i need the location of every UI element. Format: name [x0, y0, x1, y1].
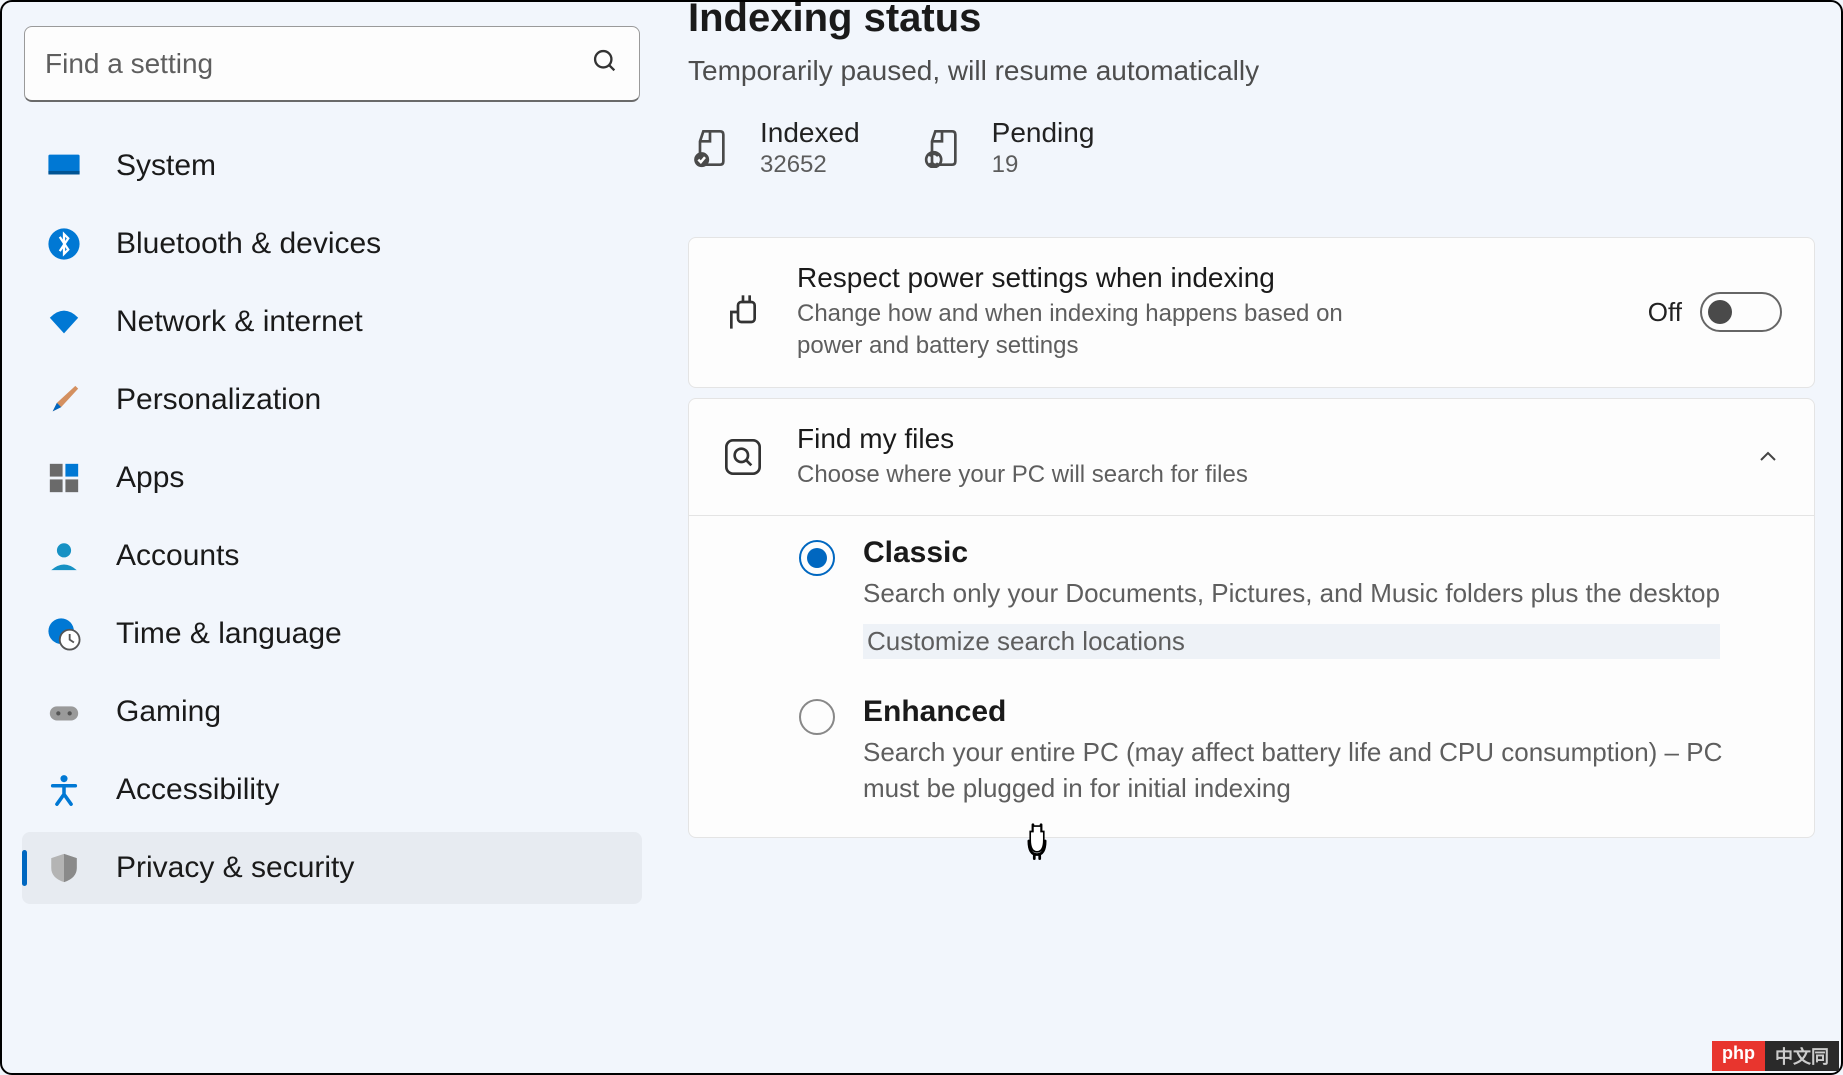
search-box[interactable]	[24, 26, 640, 102]
card-description: Choose where your PC will search for fil…	[797, 459, 1357, 491]
radio-title: Enhanced	[863, 695, 1743, 729]
card-texts: Respect power settings when indexing Cha…	[797, 262, 1616, 363]
sidebar-item-label: Accounts	[116, 539, 239, 573]
sidebar: System Bluetooth & devices Network & int…	[2, 2, 662, 1073]
sidebar-item-apps[interactable]: Apps	[22, 442, 642, 514]
stat-label: Pending	[992, 117, 1095, 149]
search-square-icon	[721, 435, 765, 479]
sidebar-item-time[interactable]: Time & language	[22, 598, 642, 670]
person-icon	[46, 538, 82, 574]
sidebar-item-label: Personalization	[116, 383, 321, 417]
toggle-group: Off	[1648, 292, 1782, 332]
stat-label: Indexed	[760, 117, 860, 149]
toggle-knob	[1708, 300, 1732, 324]
watermark-right: 中文同	[1765, 1041, 1839, 1071]
card-title: Respect power settings when indexing	[797, 262, 1616, 294]
page-title: Indexing status	[688, 0, 1815, 41]
sidebar-item-label: System	[116, 149, 216, 183]
paintbrush-icon	[46, 382, 82, 418]
sidebar-item-system[interactable]: System	[22, 130, 642, 202]
option-classic[interactable]: Classic Search only your Documents, Pict…	[799, 536, 1782, 659]
sidebar-item-label: Gaming	[116, 695, 221, 729]
sidebar-item-accessibility[interactable]: Accessibility	[22, 754, 642, 826]
sidebar-nav: System Bluetooth & devices Network & int…	[22, 130, 642, 904]
search-container	[22, 26, 642, 130]
radio-texts: Enhanced Search your entire PC (may affe…	[863, 695, 1743, 807]
sidebar-item-label: Bluetooth & devices	[116, 227, 381, 261]
sidebar-item-label: Network & internet	[116, 305, 363, 339]
search-icon	[591, 47, 619, 80]
gamepad-icon	[46, 694, 82, 730]
card-power-settings: Respect power settings when indexing Cha…	[688, 237, 1815, 388]
shield-icon	[46, 850, 82, 886]
sidebar-item-accounts[interactable]: Accounts	[22, 520, 642, 592]
plug-icon	[721, 290, 765, 334]
sidebar-item-label: Apps	[116, 461, 184, 495]
bluetooth-icon	[46, 226, 82, 262]
radio-enhanced[interactable]	[799, 699, 835, 735]
index-stats: Indexed 32652 Pending 19	[688, 117, 1815, 179]
radio-classic[interactable]	[799, 540, 835, 576]
stat-text: Pending 19	[992, 117, 1095, 179]
watermark-left: php	[1712, 1041, 1765, 1071]
sidebar-item-label: Time & language	[116, 617, 342, 651]
sidebar-item-label: Accessibility	[116, 773, 279, 807]
option-enhanced[interactable]: Enhanced Search your entire PC (may affe…	[799, 695, 1782, 807]
card-description: Change how and when indexing happens bas…	[797, 298, 1357, 363]
globe-clock-icon	[46, 616, 82, 652]
radio-title: Classic	[863, 536, 1720, 570]
radio-description: Search your entire PC (may affect batter…	[863, 735, 1743, 807]
stat-value: 32652	[760, 151, 860, 179]
toggle-state-label: Off	[1648, 297, 1682, 328]
card-texts: Find my files Choose where your PC will …	[797, 423, 1722, 491]
stat-value: 19	[992, 151, 1095, 179]
card-row[interactable]: Respect power settings when indexing Cha…	[689, 238, 1814, 387]
radio-texts: Classic Search only your Documents, Pict…	[863, 536, 1720, 659]
chevron-up-icon	[1754, 443, 1782, 471]
search-input[interactable]	[45, 48, 591, 80]
customize-search-link[interactable]: Customize search locations	[863, 624, 1720, 659]
radio-description: Search only your Documents, Pictures, an…	[863, 576, 1720, 612]
sidebar-item-privacy[interactable]: Privacy & security	[22, 832, 642, 904]
page-subtitle: Temporarily paused, will resume automati…	[688, 55, 1815, 87]
power-toggle[interactable]	[1700, 292, 1782, 332]
sidebar-item-label: Privacy & security	[116, 851, 354, 885]
accessibility-icon	[46, 772, 82, 808]
card-find-my-files: Find my files Choose where your PC will …	[688, 398, 1815, 838]
file-sync-icon	[920, 126, 964, 170]
sidebar-item-bluetooth[interactable]: Bluetooth & devices	[22, 208, 642, 280]
settings-window: System Bluetooth & devices Network & int…	[0, 0, 1843, 1075]
wifi-icon	[46, 304, 82, 340]
sidebar-item-network[interactable]: Network & internet	[22, 286, 642, 358]
card-header-row[interactable]: Find my files Choose where your PC will …	[689, 399, 1814, 516]
card-title: Find my files	[797, 423, 1722, 455]
stat-indexed: Indexed 32652	[688, 117, 860, 179]
find-options: Classic Search only your Documents, Pict…	[689, 516, 1814, 837]
file-check-icon	[688, 126, 732, 170]
monitor-icon	[46, 148, 82, 184]
apps-icon	[46, 460, 82, 496]
sidebar-item-personalization[interactable]: Personalization	[22, 364, 642, 436]
watermark: php 中文同	[1712, 1041, 1839, 1071]
main-content: Indexing status Temporarily paused, will…	[662, 2, 1841, 1073]
stat-text: Indexed 32652	[760, 117, 860, 179]
stat-pending: Pending 19	[920, 117, 1095, 179]
settings-cards: Respect power settings when indexing Cha…	[688, 237, 1815, 838]
sidebar-item-gaming[interactable]: Gaming	[22, 676, 642, 748]
